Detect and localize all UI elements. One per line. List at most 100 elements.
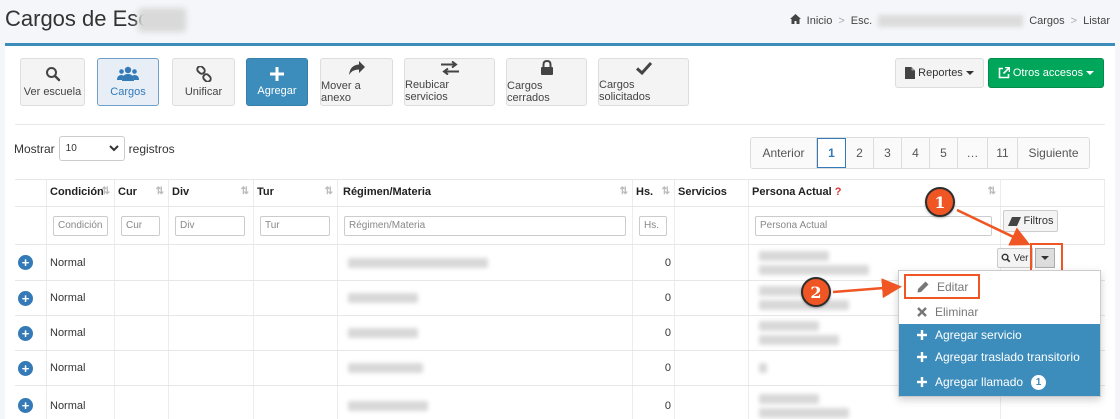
filter-hs-input[interactable]: Hs.	[639, 215, 667, 236]
link-icon	[195, 66, 212, 82]
filter-persona-input[interactable]: Persona Actual	[755, 215, 992, 236]
filtros-button[interactable]: Filtros	[1003, 210, 1058, 232]
breadcrumb-home[interactable]: Inicio	[807, 15, 833, 27]
annotation-step-1: 1	[925, 187, 955, 217]
expand-row-icon[interactable]: +	[18, 255, 33, 270]
cell-condicion: Normal	[47, 281, 115, 315]
sort-icon: ⇅	[240, 186, 249, 197]
page-header: Cargos de Esc. Inicio > Esc. Cargos > Li…	[0, 0, 1120, 40]
pagination-page[interactable]: 1	[817, 138, 846, 168]
expand-row-icon[interactable]: +	[18, 325, 33, 341]
agregar-button[interactable]: Agregar	[246, 58, 308, 106]
pagination-next[interactable]: Siguiente	[1018, 138, 1089, 168]
cell-hs: 0	[633, 281, 675, 315]
menu-item-agregar-servicio[interactable]: Agregar servicio	[899, 324, 1100, 346]
sort-icon: ⇅	[101, 186, 110, 197]
redacted-text	[348, 328, 418, 338]
ver-button[interactable]: Ver	[997, 248, 1033, 268]
col-servicios: Servicios	[675, 180, 749, 206]
llamado-count-badge: 1	[1031, 374, 1047, 390]
reportes-dropdown-button[interactable]: Reportes	[895, 58, 984, 88]
length-suffix: registros	[128, 141, 175, 156]
redacted-text	[348, 293, 418, 303]
cell-regimen	[338, 386, 633, 419]
breadcrumb-school[interactable]: Esc.	[851, 15, 872, 27]
cell-regimen	[338, 245, 633, 280]
expand-row-icon[interactable]: +	[18, 360, 33, 376]
plus-icon	[917, 330, 927, 340]
help-mark: ?	[834, 186, 842, 198]
menu-item-eliminar[interactable]: Eliminar	[899, 301, 1100, 323]
reubicar-servicios-button[interactable]: Reubicar servicios	[404, 58, 495, 106]
filter-condicion-input[interactable]: Condición	[53, 215, 108, 236]
sort-icon: ⇅	[987, 186, 996, 197]
redacted-text	[348, 400, 428, 411]
annotation-step-2: 2	[801, 277, 831, 307]
filter-tur-input[interactable]: Tur	[260, 215, 330, 236]
menu-item-agregar-llamado[interactable]: Agregar llamado 1	[899, 368, 1100, 396]
cell-regimen	[338, 316, 633, 350]
close-icon	[917, 307, 927, 317]
length-prefix: Mostrar	[14, 141, 55, 156]
check-icon	[635, 61, 652, 75]
breadcrumb-separator: >	[838, 14, 845, 27]
cargos-cerrados-button[interactable]: Cargos cerrados	[506, 58, 587, 106]
redacted-text	[348, 363, 423, 373]
filter-div-input[interactable]: Div	[175, 215, 245, 236]
breadcrumb-separator: >	[1070, 14, 1078, 27]
expand-row-icon[interactable]: +	[18, 290, 33, 306]
unificar-button[interactable]: Unificar	[172, 58, 235, 106]
redacted-text	[348, 257, 488, 268]
cargos-button[interactable]: Cargos	[97, 58, 159, 106]
mover-a-anexo-button[interactable]: Mover a anexo	[320, 58, 393, 106]
expand-row-icon[interactable]: +	[18, 398, 33, 413]
redacted-breadcrumb	[878, 14, 1024, 27]
sort-icon: ⇅	[661, 186, 670, 197]
breadcrumb-current: Listar	[1083, 14, 1110, 27]
otros-accesos-dropdown-button[interactable]: Otros accesos	[988, 58, 1104, 88]
pagination-page[interactable]: 3	[874, 138, 902, 168]
caret-down-icon	[965, 71, 974, 75]
col-hs[interactable]: Hs. ⇅	[633, 180, 675, 206]
cargos-solicitados-button[interactable]: Cargos solicitados	[598, 58, 689, 106]
col-div[interactable]: Div ⇅	[169, 180, 254, 206]
caret-down-icon	[1086, 71, 1095, 75]
page-length-control: Mostrar 10 registros	[14, 136, 175, 161]
file-icon	[905, 67, 916, 79]
ver-escuela-button[interactable]: Ver escuela	[20, 58, 85, 106]
search-icon	[45, 67, 60, 82]
redacted-school-name	[138, 8, 186, 32]
page-length-select[interactable]: 10	[58, 136, 125, 161]
filter-regimen-input[interactable]: Régimen/Materia	[344, 215, 626, 236]
col-regimen[interactable]: Régimen/Materia ⇅	[338, 180, 633, 206]
col-condicion[interactable]: Condición ⇅	[47, 180, 115, 206]
plus-icon	[917, 352, 927, 362]
pagination-prev[interactable]: Anterior	[751, 138, 817, 168]
sort-icon: ⇅	[155, 186, 164, 197]
pagination-page[interactable]: 11	[988, 138, 1018, 168]
users-icon	[117, 66, 139, 81]
chevron-down-icon	[108, 145, 119, 152]
highlight-editar-box	[904, 274, 980, 299]
col-persona[interactable]: Persona Actual? ⇅	[749, 180, 1001, 206]
breadcrumb-section[interactable]: Cargos	[1029, 15, 1064, 27]
cell-regimen	[338, 281, 633, 315]
menu-item-agregar-traslado[interactable]: Agregar traslado transitorio	[899, 346, 1100, 368]
plus-icon	[917, 377, 927, 387]
cell-condicion: Normal	[47, 386, 115, 419]
search-icon	[1002, 253, 1011, 263]
cell-hs: 0	[633, 351, 675, 385]
pagination-page[interactable]: 5	[930, 138, 958, 168]
share-arrow-icon	[348, 61, 365, 75]
eraser-icon	[1007, 216, 1021, 226]
pagination-page[interactable]: 4	[902, 138, 930, 168]
sort-icon: ⇅	[324, 186, 333, 197]
col-cur[interactable]: Cur ⇅	[115, 180, 169, 206]
cell-regimen	[338, 351, 633, 385]
filter-cur-input[interactable]: Cur	[121, 215, 160, 236]
cell-condicion: Normal	[47, 245, 115, 280]
cell-condicion: Normal	[47, 316, 115, 350]
col-tur[interactable]: Tur ⇅	[254, 180, 338, 206]
pagination-page[interactable]: 2	[846, 138, 874, 168]
page-title: Cargos de Esc.	[5, 6, 156, 31]
